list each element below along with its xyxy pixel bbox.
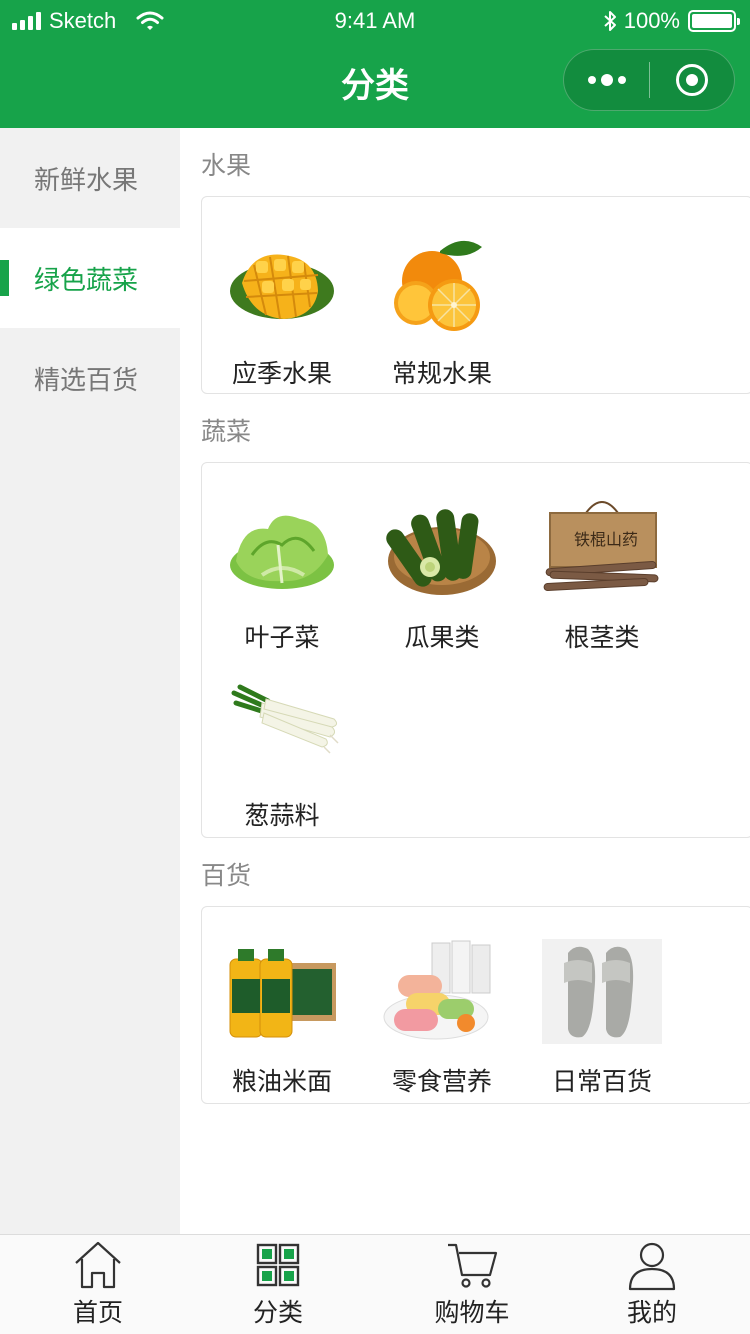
category-item-melons[interactable]: 瓜果类 xyxy=(362,495,522,654)
category-item-label: 叶子菜 xyxy=(244,623,320,652)
sidebar-item-label: 精选百货 xyxy=(34,365,139,396)
section-title-vegetables: 蔬菜 xyxy=(201,417,252,446)
tab-label: 我的 xyxy=(626,1298,677,1327)
home-icon xyxy=(75,1241,121,1289)
status-bar: Sketch 9:41 AM 100% xyxy=(0,0,750,42)
category-content: 水果 应季水果 常规水果 蔬菜 叶子菜 瓜果类 铁棍山药 根茎类 葱蒜料 百货 … xyxy=(180,128,750,1234)
category-item-label: 应季水果 xyxy=(231,359,332,388)
snack-rolls-image xyxy=(383,940,491,1040)
close-target-icon[interactable] xyxy=(650,49,734,111)
tab-profile[interactable]: 我的 xyxy=(592,1235,712,1334)
section-card-fruit: 应季水果 常规水果 xyxy=(201,196,750,394)
slippers-image xyxy=(542,939,662,1044)
section-card-general-goods: 粮油米面 零食营养 日常百货 xyxy=(201,906,750,1104)
sidebar-item-general-goods[interactable]: 精选百货 xyxy=(0,328,180,428)
sidebar-item-fresh-fruit[interactable]: 新鲜水果 xyxy=(0,128,180,228)
section-title-fruit: 水果 xyxy=(201,151,252,180)
category-item-grain-oil[interactable]: 粮油米面 xyxy=(202,939,362,1098)
category-item-label: 瓜果类 xyxy=(404,623,480,652)
more-dots-icon[interactable] xyxy=(564,49,649,111)
mini-program-capsule xyxy=(563,49,735,111)
bluetooth-icon xyxy=(604,11,616,31)
sidebar-item-label: 新鲜水果 xyxy=(34,165,139,196)
category-grid-icon xyxy=(256,1243,300,1287)
category-item-root-vegetables[interactable]: 铁棍山药 根茎类 xyxy=(522,495,682,654)
category-item-label: 根茎类 xyxy=(564,623,640,652)
cucumber-basket-image xyxy=(386,509,496,595)
category-item-label: 常规水果 xyxy=(391,359,492,388)
category-item-leafy-greens[interactable]: 叶子菜 xyxy=(202,495,362,654)
bottom-tab-bar: 首页 分类 购物车 我的 xyxy=(0,1234,750,1334)
battery-percent: 100% xyxy=(623,8,680,33)
tab-home[interactable]: 首页 xyxy=(38,1235,158,1334)
lettuce-image xyxy=(230,515,334,589)
category-item-seasonal-fruit[interactable]: 应季水果 xyxy=(202,231,362,390)
category-item-label: 零食营养 xyxy=(391,1067,492,1096)
tab-label: 购物车 xyxy=(434,1298,510,1327)
section-title-general-goods: 百货 xyxy=(201,861,252,890)
user-icon xyxy=(628,1242,676,1291)
sidebar-item-label: 绿色蔬菜 xyxy=(34,265,139,296)
status-right: 100% xyxy=(602,8,740,34)
category-item-label: 日常百货 xyxy=(551,1067,652,1096)
cooking-oil-image xyxy=(229,949,336,1038)
tab-label: 分类 xyxy=(252,1298,303,1327)
section-card-vegetables: 叶子菜 瓜果类 铁棍山药 根茎类 葱蒜料 xyxy=(201,462,750,838)
category-item-label: 葱蒜料 xyxy=(244,801,320,830)
tab-category[interactable]: 分类 xyxy=(218,1235,338,1334)
category-sidebar: 新鲜水果 绿色蔬菜 精选百货 xyxy=(0,128,180,1234)
scallion-image xyxy=(231,684,339,754)
category-item-label: 粮油米面 xyxy=(231,1067,332,1096)
top-bar: Sketch 9:41 AM 100% 分类 xyxy=(0,0,750,128)
yam-box-image: 铁棍山药 xyxy=(543,501,659,592)
category-item-daily-goods[interactable]: 日常百货 xyxy=(522,939,682,1098)
battery-icon xyxy=(688,10,740,32)
category-item-regular-fruit[interactable]: 常规水果 xyxy=(362,231,522,390)
cart-icon xyxy=(448,1243,498,1288)
orange-image xyxy=(394,240,482,331)
tab-label: 首页 xyxy=(72,1298,123,1327)
tab-cart[interactable]: 购物车 xyxy=(412,1235,532,1334)
mango-image xyxy=(230,254,334,320)
category-item-scallion-garlic[interactable]: 葱蒜料 xyxy=(202,673,362,832)
category-item-snacks[interactable]: 零食营养 xyxy=(362,939,522,1098)
sidebar-item-green-vegetables[interactable]: 绿色蔬菜 xyxy=(0,228,180,328)
svg-text:铁棍山药: 铁棍山药 xyxy=(574,530,638,549)
